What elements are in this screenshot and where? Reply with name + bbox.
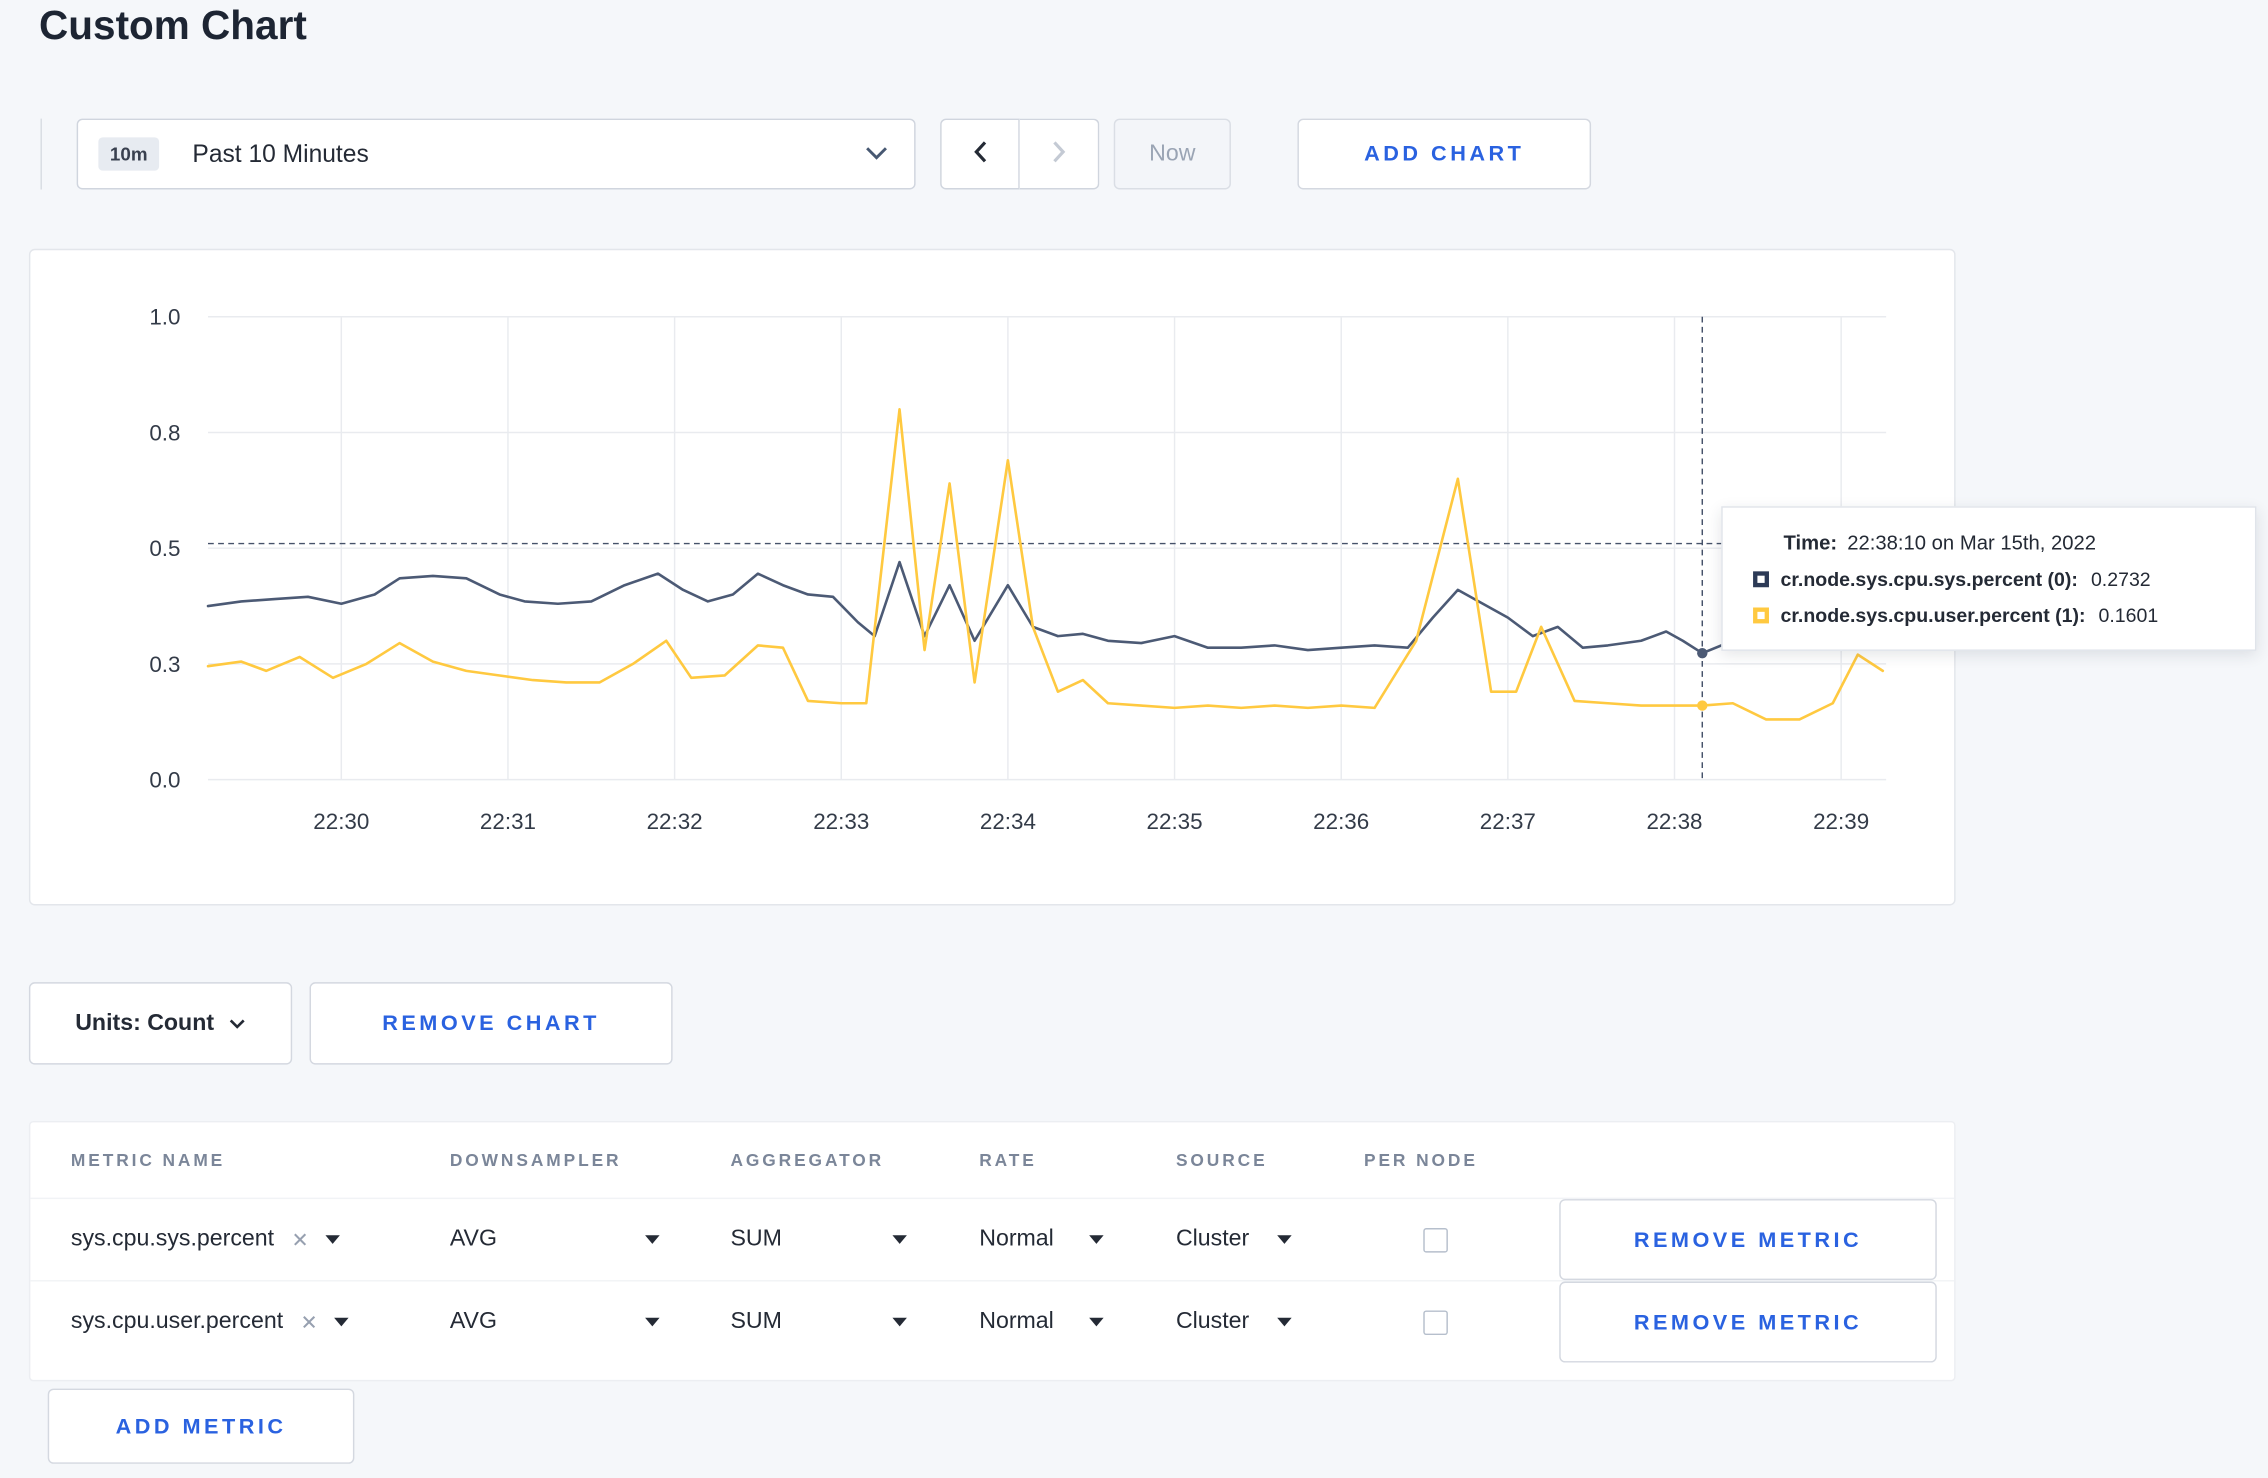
svg-text:22:38: 22:38 (1646, 809, 1702, 834)
svg-text:0.0: 0.0 (149, 768, 180, 793)
units-select[interactable]: Units: Count (28, 982, 293, 1065)
page-title: Custom Chart (39, 2, 307, 48)
svg-text:22:39: 22:39 (1813, 809, 1869, 834)
metric-name-value: sys.cpu.user.percent (70, 1309, 284, 1334)
dropdown-caret-icon (1277, 1235, 1292, 1244)
column-header-rate: RATE (979, 1149, 1037, 1171)
column-header-per-node: PER NODE (1363, 1149, 1478, 1171)
column-header-aggregator: AGGREGATOR (730, 1149, 885, 1171)
chevron-right-icon (1052, 140, 1066, 167)
rate-select[interactable]: Normal (979, 1309, 1104, 1335)
line-chart[interactable]: 0.0 0.3 0.5 0.8 1.0 22:30 22:31 22:32 22:33 22:34… (30, 250, 1957, 872)
svg-text:0.8: 0.8 (149, 420, 180, 445)
add-chart-button[interactable]: ADD CHART (1297, 118, 1592, 190)
tooltip-series-row: cr.node.sys.cpu.user.percent (1): 0.1601 (1753, 604, 2232, 627)
source-value: Cluster (1175, 1226, 1250, 1252)
metrics-table: METRIC NAME DOWNSAMPLER AGGREGATOR RATE SOUR… (28, 1120, 1956, 1382)
add-metric-button[interactable]: ADD METRIC (47, 1388, 355, 1464)
downsampler-select[interactable]: AVG (450, 1309, 660, 1335)
aggregator-select[interactable]: SUM (730, 1309, 907, 1335)
column-header-metric-name: METRIC NAME (70, 1149, 226, 1171)
metric-row: sys.cpu.user.percent ✕ AVG SUM Normal Cl… (30, 1280, 1955, 1363)
next-range-button[interactable] (1019, 118, 1100, 190)
svg-text:22:32: 22:32 (647, 809, 703, 834)
remove-metric-button[interactable]: REMOVE METRIC (1559, 1281, 1937, 1363)
dropdown-caret-icon (1089, 1317, 1104, 1327)
svg-text:22:34: 22:34 (980, 809, 1036, 834)
per-node-checkbox[interactable] (1423, 1309, 1448, 1335)
svg-text:22:37: 22:37 (1480, 809, 1536, 834)
downsampler-value: AVG (449, 1226, 498, 1252)
tooltip-series-value: 0.2732 (2090, 568, 2151, 591)
aggregator-value: SUM (730, 1226, 782, 1252)
rate-value: Normal (979, 1309, 1054, 1334)
metrics-table-rows: sys.cpu.sys.percent ✕ AVG SUM Normal Clu… (30, 1197, 1955, 1363)
svg-text:1.0: 1.0 (149, 305, 180, 330)
time-range-badge: 10m (98, 137, 160, 171)
chevron-down-icon (229, 1010, 246, 1036)
clear-metric-icon[interactable]: ✕ (300, 1310, 317, 1335)
time-range-nav (940, 118, 1100, 190)
dropdown-caret-icon (1089, 1235, 1104, 1244)
chart-tooltip: Time: 22:38:10 on Mar 15th, 2022 cr.node.… (1721, 506, 2257, 651)
tooltip-series-value: 0.1601 (2098, 604, 2159, 627)
time-range-select[interactable]: 10m Past 10 Minutes (76, 118, 916, 190)
tooltip-time-label: Time: (1783, 530, 1838, 554)
dropdown-caret-icon (334, 1317, 350, 1327)
tooltip-series-name: cr.node.sys.cpu.sys.percent (0): (1780, 568, 2078, 591)
svg-text:22:35: 22:35 (1147, 809, 1203, 834)
metric-name-select[interactable]: sys.cpu.sys.percent ✕ (71, 1227, 450, 1253)
aggregator-select[interactable]: SUM (730, 1226, 907, 1253)
dropdown-caret-icon (892, 1235, 907, 1244)
series-swatch-user-icon (1753, 607, 1769, 624)
dropdown-caret-icon (325, 1235, 341, 1244)
source-select[interactable]: Cluster (1176, 1309, 1292, 1335)
downsampler-select[interactable]: AVG (450, 1227, 660, 1253)
svg-text:0.5: 0.5 (149, 536, 180, 561)
aggregator-value: SUM (730, 1309, 782, 1334)
time-range-label: Past 10 Minutes (192, 139, 369, 168)
svg-text:0.3: 0.3 (149, 652, 180, 677)
tooltip-series-name: cr.node.sys.cpu.user.percent (1): (1780, 604, 2086, 627)
rate-select[interactable]: Normal (979, 1226, 1104, 1253)
chevron-down-icon (865, 141, 888, 167)
remove-metric-button[interactable]: REMOVE METRIC (1559, 1199, 1937, 1281)
svg-text:22:30: 22:30 (313, 809, 369, 834)
tooltip-time-value: 22:38:10 on Mar 15th, 2022 (1847, 530, 2097, 554)
source-value: Cluster (1175, 1309, 1250, 1334)
remove-chart-button[interactable]: REMOVE CHART (309, 982, 673, 1065)
dropdown-caret-icon (645, 1317, 660, 1327)
units-label: Units: Count (75, 1010, 215, 1035)
dropdown-caret-icon (645, 1235, 660, 1244)
series-swatch-sys-icon (1753, 571, 1769, 588)
tooltip-series-row: cr.node.sys.cpu.sys.percent (0): 0.2732 (1753, 568, 2232, 590)
now-button[interactable]: Now (1113, 118, 1231, 190)
svg-text:22:36: 22:36 (1313, 809, 1369, 834)
source-select[interactable]: Cluster (1176, 1227, 1292, 1253)
custom-chart-page: Custom Chart 10m Past 10 Minutes Now ADD… (0, 0, 2268, 1478)
dropdown-caret-icon (1277, 1317, 1292, 1327)
svg-text:22:31: 22:31 (480, 809, 536, 834)
rate-value: Normal (979, 1226, 1054, 1252)
metrics-table-header: METRIC NAME DOWNSAMPLER AGGREGATOR RATE SOUR… (30, 1122, 1954, 1197)
column-header-source: SOURCE (1175, 1149, 1268, 1171)
tooltip-time: Time: 22:38:10 on Mar 15th, 2022 (1783, 531, 2231, 554)
column-header-downsampler: DOWNSAMPLER (449, 1149, 622, 1171)
downsampler-value: AVG (449, 1309, 498, 1334)
chart-card: 0.0 0.3 0.5 0.8 1.0 22:30 22:31 22:32 22:33 22:34… (28, 248, 1957, 906)
chevron-left-icon (973, 140, 987, 167)
prev-range-button[interactable] (940, 118, 1020, 190)
metric-name-value: sys.cpu.sys.percent (70, 1226, 275, 1252)
metric-name-select[interactable]: sys.cpu.user.percent ✕ (71, 1309, 450, 1335)
toolbar-divider (40, 118, 42, 190)
dropdown-caret-icon (892, 1317, 907, 1327)
clear-metric-icon[interactable]: ✕ (291, 1227, 308, 1252)
svg-text:22:33: 22:33 (813, 809, 869, 834)
per-node-checkbox[interactable] (1423, 1227, 1448, 1252)
metric-row: sys.cpu.sys.percent ✕ AVG SUM Normal Clu… (30, 1197, 1955, 1281)
